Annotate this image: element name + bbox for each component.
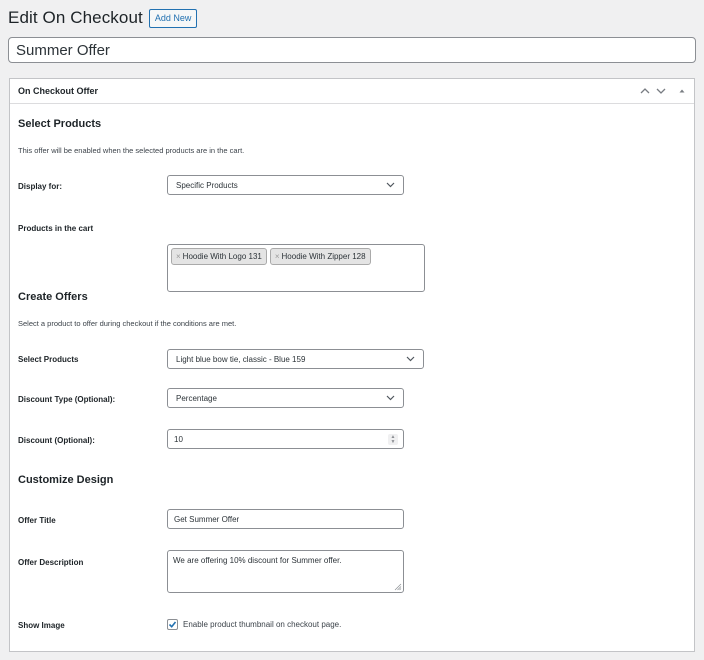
- panel-controls: [640, 87, 686, 95]
- edit-checkout-page: Edit On Checkout Add New On Checkout Off…: [0, 0, 704, 660]
- offer-description-textarea[interactable]: We are offering 10% discount for Summer …: [167, 550, 404, 593]
- panel-header: On Checkout Offer: [10, 79, 694, 104]
- chip-label: Hoodie With Logo 131: [182, 252, 262, 261]
- show-image-checkbox-label[interactable]: Enable product thumbnail on checkout pag…: [183, 620, 341, 629]
- toggle-panel-button[interactable]: [678, 87, 686, 95]
- chevron-down-icon: [406, 356, 415, 362]
- discount-type-value: Percentage: [176, 393, 217, 403]
- offer-product-select[interactable]: Light blue bow tie, classic - Blue 159: [167, 349, 424, 369]
- create-offers-heading: Create Offers: [18, 291, 88, 303]
- customize-design-heading: Customize Design: [18, 474, 114, 486]
- post-title-input[interactable]: [8, 37, 696, 63]
- product-chip: × Hoodie With Zipper 128: [269, 248, 371, 265]
- discount-value: 10: [174, 434, 183, 444]
- checkmark-icon: [168, 621, 177, 628]
- spinner-down-icon: ▼: [390, 438, 396, 445]
- show-image-row: Enable product thumbnail on checkout pag…: [167, 619, 341, 630]
- move-up-button[interactable]: [640, 87, 650, 95]
- chevron-down-icon: [656, 88, 666, 94]
- resize-grip-icon[interactable]: [394, 583, 402, 591]
- display-for-label: Display for:: [18, 182, 63, 191]
- show-image-label: Show Image: [18, 621, 65, 630]
- discount-input[interactable]: 10 ▲ ▼: [167, 429, 404, 449]
- offer-title-input[interactable]: Get Summer Offer: [167, 509, 404, 529]
- chevron-up-icon: [640, 88, 650, 94]
- discount-type-label: Discount Type (Optional):: [18, 395, 116, 404]
- offer-product-value: Light blue bow tie, classic - Blue 159: [176, 354, 306, 364]
- show-image-checkbox[interactable]: [167, 619, 178, 630]
- discount-label: Discount (Optional):: [18, 436, 95, 445]
- remove-chip-icon[interactable]: ×: [176, 252, 181, 261]
- products-in-cart-label: Products in the cart: [18, 224, 94, 233]
- display-for-select[interactable]: Specific Products: [167, 175, 404, 195]
- on-checkout-offer-panel: On Checkout Offer Select Products This o…: [9, 78, 695, 652]
- product-chip: × Hoodie With Logo 131: [171, 248, 267, 265]
- create-offers-description: Select a product to offer during checkou…: [18, 319, 237, 328]
- offer-description-label: Offer Description: [18, 558, 84, 567]
- panel-title: On Checkout Offer: [18, 86, 99, 96]
- offer-title-value: Get Summer Offer: [174, 514, 240, 524]
- chip-label: Hoodie With Zipper 128: [281, 252, 366, 261]
- triangle-up-icon: [679, 89, 685, 93]
- select-products-description: This offer will be enabled when the sele…: [18, 146, 245, 155]
- number-spinner[interactable]: ▲ ▼: [388, 434, 398, 445]
- offer-description-value: We are offering 10% discount for Summer …: [173, 556, 342, 565]
- add-new-button[interactable]: Add New: [148, 8, 198, 28]
- products-in-cart-multiselect[interactable]: × Hoodie With Logo 131 × Hoodie With Zip…: [167, 244, 425, 292]
- heading-row: Edit On Checkout Add New: [8, 8, 198, 28]
- remove-chip-icon[interactable]: ×: [275, 252, 280, 261]
- chevron-down-icon: [386, 182, 395, 188]
- page-title: Edit On Checkout: [8, 8, 143, 27]
- discount-type-select[interactable]: Percentage: [167, 388, 404, 408]
- offer-title-label: Offer Title: [18, 516, 56, 525]
- select-offer-product-label: Select Products: [18, 355, 79, 364]
- chevron-down-icon: [386, 395, 395, 401]
- select-products-heading: Select Products: [18, 118, 102, 130]
- move-down-button[interactable]: [656, 87, 666, 95]
- display-for-value: Specific Products: [176, 180, 238, 190]
